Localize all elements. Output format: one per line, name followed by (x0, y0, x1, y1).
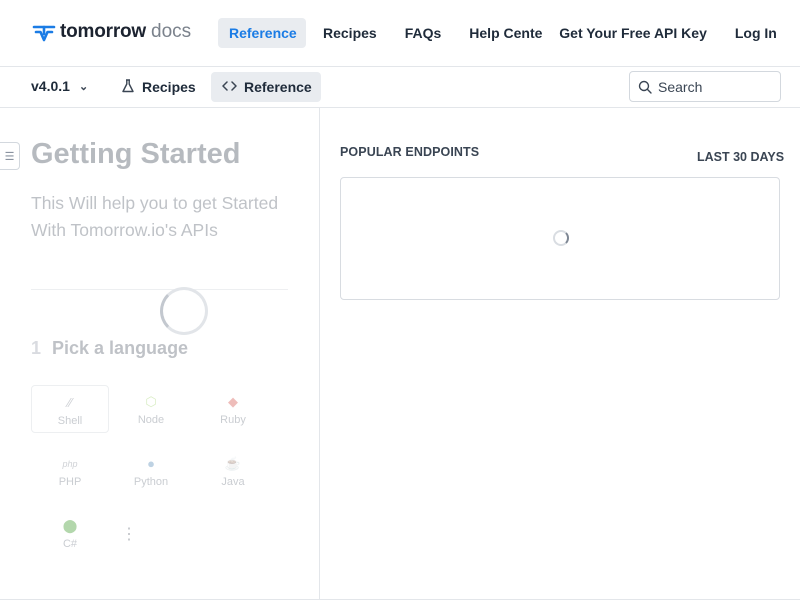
top-header: tomorrow docs Reference Recipes FAQs Hel… (0, 0, 800, 67)
search-input[interactable] (658, 78, 768, 95)
shell-icon: ∕∕ (67, 395, 73, 410)
search-box[interactable] (629, 71, 781, 102)
popular-endpoints-label: POPULAR ENDPOINTS (340, 145, 480, 159)
nav-login[interactable]: Log In (724, 18, 788, 48)
getting-started-panel: ☰ Getting Started This Will help you to … (0, 108, 320, 600)
language-label: Ruby (220, 414, 246, 426)
chevron-down-icon: ⌄ (78, 80, 89, 93)
nav-get-api-key[interactable]: Get Your Free API Key (548, 18, 718, 48)
version-label: v4.0.1 (31, 78, 70, 94)
language-label: Node (137, 414, 165, 426)
java-icon: ☕ (224, 456, 242, 471)
menu-icon: ☰ (4, 150, 15, 163)
language-php[interactable]: php PHP (31, 447, 109, 495)
language-label: Python (133, 476, 169, 488)
flask-icon (121, 78, 135, 96)
sidebar-toggle-button[interactable]: ☰ (0, 142, 20, 170)
language-label: Shell (57, 415, 83, 427)
csharp-icon: ⬤ (62, 518, 78, 533)
nav-recipes[interactable]: Recipes (312, 18, 388, 48)
endpoints-range-label: LAST 30 DAYS (697, 150, 785, 164)
divider (31, 289, 288, 290)
tomorrow-logo[interactable]: tomorrow docs (32, 18, 191, 46)
page-subtitle: This Will help you to get Started With T… (31, 193, 279, 240)
tomorrow-logo-icon (32, 25, 56, 42)
language-label: C# (62, 538, 78, 550)
popular-endpoints-box (340, 177, 780, 300)
nav-help-center[interactable]: Help Cente (458, 18, 542, 48)
language-java[interactable]: ☕ Java (194, 447, 272, 495)
language-node[interactable]: ⬡ Node (112, 385, 190, 433)
node-icon: ⬡ (145, 394, 157, 409)
loading-spinner-icon (553, 230, 569, 246)
more-languages-icon[interactable]: ⋮ (121, 526, 137, 544)
ruby-icon: ◆ (228, 394, 238, 409)
page-title: Getting Started (31, 138, 241, 170)
brand-suffix: docs (151, 21, 192, 42)
step-number: 1 (31, 338, 42, 358)
sub-header: v4.0.1 ⌄ Recipes Reference (0, 67, 800, 108)
nav-faqs[interactable]: FAQs (394, 18, 453, 48)
subtab-recipes[interactable]: Recipes (110, 72, 207, 102)
language-csharp[interactable]: ⬤ C# (31, 509, 109, 557)
language-label: Java (221, 476, 245, 488)
brand-name: tomorrow (60, 21, 147, 42)
language-label: PHP (58, 476, 82, 488)
loading-spinner-icon (160, 287, 208, 335)
language-ruby[interactable]: ◆ Ruby (194, 385, 272, 433)
main-nav: Reference Recipes FAQs Help Cente Get Yo… (218, 18, 788, 48)
version-selector[interactable]: v4.0.1 ⌄ (31, 78, 88, 94)
subtab-reference-label: Reference (244, 79, 312, 95)
python-icon: ● (147, 456, 155, 471)
subtab-recipes-label: Recipes (142, 79, 196, 95)
php-icon: php (62, 459, 78, 469)
step-heading: 1 Pick a language (31, 338, 188, 359)
language-shell[interactable]: ∕∕ Shell (31, 385, 109, 433)
language-python[interactable]: ● Python (112, 447, 190, 495)
code-icon (222, 80, 237, 95)
subtab-reference[interactable]: Reference (211, 72, 321, 102)
nav-reference[interactable]: Reference (218, 18, 306, 48)
step-title: Pick a language (52, 338, 189, 358)
search-icon (638, 80, 652, 94)
